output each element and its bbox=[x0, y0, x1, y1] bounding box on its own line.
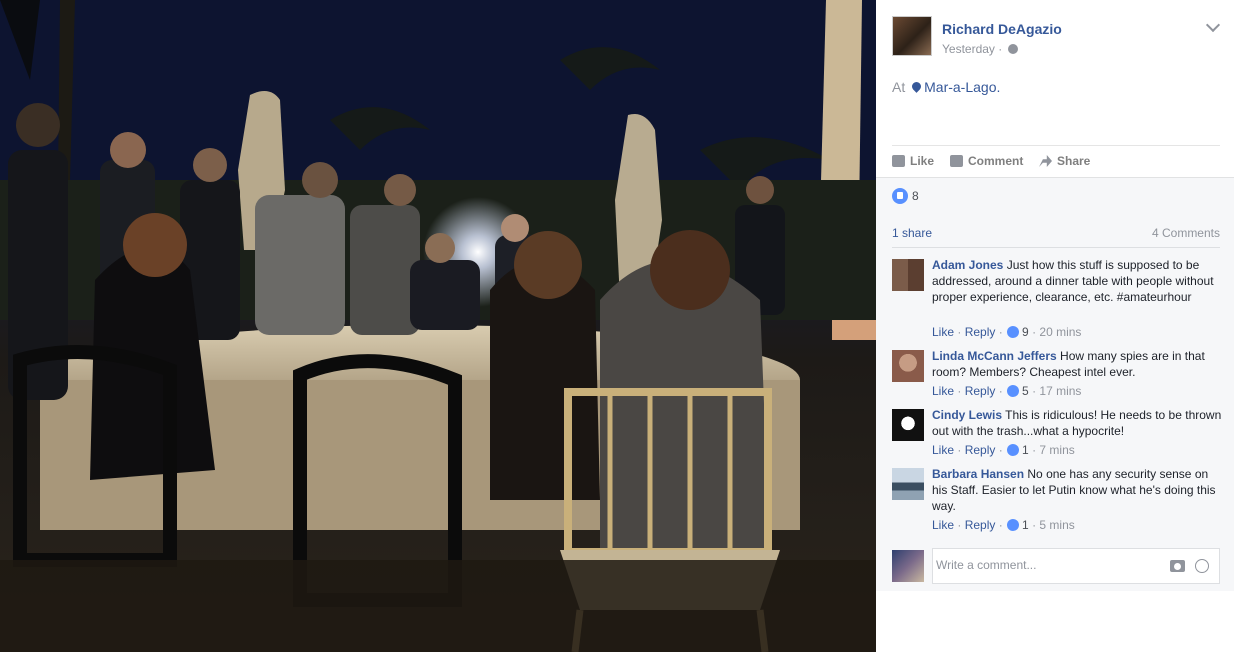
comment-reply-link[interactable]: Reply bbox=[965, 325, 996, 339]
comment-reply-link[interactable]: Reply bbox=[965, 443, 996, 457]
post-meta: Yesterday · bbox=[942, 42, 1018, 56]
comment-reply-link[interactable]: Reply bbox=[965, 518, 996, 532]
commenter-name[interactable]: Barbara Hansen bbox=[932, 467, 1024, 481]
post-panel: Richard DeAgazio Yesterday · At Mar-a-La… bbox=[876, 0, 1234, 652]
comment-like-link[interactable]: Like bbox=[932, 443, 954, 457]
commenter-avatar[interactable] bbox=[892, 259, 924, 291]
commenter-name[interactable]: Cindy Lewis bbox=[932, 408, 1002, 422]
reaction-count: 8 bbox=[912, 189, 919, 203]
commenter-avatar[interactable] bbox=[892, 409, 924, 441]
share-count-link[interactable]: 1 share bbox=[892, 226, 932, 240]
like-button[interactable]: Like bbox=[892, 154, 934, 168]
reaction-summary[interactable]: 8 bbox=[892, 188, 919, 204]
like-label: Like bbox=[910, 154, 935, 168]
comment-actions: Like · Reply · 1 · 7 mins bbox=[932, 443, 1075, 457]
speech-bubble-icon bbox=[950, 155, 963, 167]
post-photo[interactable] bbox=[0, 0, 876, 652]
comment-reply-link[interactable]: Reply bbox=[965, 384, 996, 398]
location-prefix: At bbox=[892, 79, 906, 95]
viewer-avatar[interactable] bbox=[892, 550, 924, 582]
comment-body: Adam Jones Just how this stuff is suppos… bbox=[932, 257, 1222, 305]
comment-body: Barbara Hansen No one has any security s… bbox=[932, 466, 1222, 514]
comment-box bbox=[932, 548, 1220, 584]
map-pin-icon bbox=[910, 80, 923, 93]
comment-like-count[interactable]: 1 bbox=[1022, 518, 1029, 532]
comment-body: Cindy Lewis This is ridiculous! He needs… bbox=[932, 407, 1222, 439]
comment-button[interactable]: Comment bbox=[950, 154, 1234, 168]
location-link[interactable]: Mar-a-Lago. bbox=[924, 79, 1000, 95]
comment-like-link[interactable]: Like bbox=[932, 384, 954, 398]
emoji-icon[interactable] bbox=[1195, 559, 1209, 573]
feedback-section: 8 1 share 4 Comments Adam Jones Just how… bbox=[876, 177, 1234, 591]
author-name[interactable]: Richard DeAgazio bbox=[942, 21, 1062, 37]
globe-icon[interactable] bbox=[1007, 44, 1018, 54]
comment-time[interactable]: 17 mins bbox=[1039, 384, 1081, 398]
share-label: Share bbox=[1057, 154, 1091, 168]
post-timestamp[interactable]: Yesterday · bbox=[942, 42, 1002, 56]
comment-like-count[interactable]: 5 bbox=[1022, 384, 1029, 398]
photo-illustration bbox=[0, 0, 876, 652]
commenter-name[interactable]: Linda McCann Jeffers bbox=[932, 349, 1057, 363]
comment-time[interactable]: 5 mins bbox=[1039, 518, 1074, 532]
comment-actions: Like · Reply · 5 · 17 mins bbox=[932, 384, 1082, 398]
comment-time[interactable]: 7 mins bbox=[1039, 443, 1074, 457]
comment-count[interactable]: 4 Comments bbox=[1152, 226, 1220, 240]
post-header: Richard DeAgazio Yesterday · bbox=[892, 16, 1222, 66]
commenter-avatar[interactable] bbox=[892, 468, 924, 500]
comment-like-link[interactable]: Like bbox=[932, 325, 954, 339]
comment-label: Comment bbox=[968, 154, 1024, 168]
photo-viewer: Richard DeAgazio Yesterday · At Mar-a-La… bbox=[0, 0, 1234, 652]
share-arrow-icon bbox=[1039, 155, 1052, 167]
author-avatar[interactable] bbox=[892, 16, 932, 56]
commenter-avatar[interactable] bbox=[892, 350, 924, 382]
comment-like-link[interactable]: Like bbox=[932, 518, 954, 532]
like-reaction-icon bbox=[1007, 326, 1020, 338]
chevron-down-icon[interactable] bbox=[1205, 17, 1221, 33]
like-reaction-icon bbox=[1007, 519, 1020, 531]
comment-like-count[interactable]: 1 bbox=[1022, 443, 1029, 457]
camera-icon[interactable] bbox=[1170, 560, 1185, 572]
share-button[interactable]: Share bbox=[1039, 154, 1090, 168]
comment-body: Linda McCann Jeffers How many spies are … bbox=[932, 348, 1222, 380]
thumbs-up-icon bbox=[892, 155, 905, 167]
comment-actions: Like · Reply · 9 · 20 mins bbox=[932, 325, 1082, 339]
like-reaction-icon bbox=[1007, 444, 1020, 456]
comment-time[interactable]: 20 mins bbox=[1039, 325, 1081, 339]
feedback-divider bbox=[892, 247, 1220, 248]
like-reaction-icon bbox=[892, 188, 908, 204]
comment-like-count[interactable]: 9 bbox=[1022, 325, 1029, 339]
comment-input[interactable] bbox=[936, 558, 1156, 572]
like-reaction-icon bbox=[1007, 385, 1020, 397]
commenter-name[interactable]: Adam Jones bbox=[932, 258, 1003, 272]
comment-composer bbox=[892, 548, 1222, 584]
post-location: At Mar-a-Lago. bbox=[892, 79, 1000, 95]
post-action-bar: Like Comment Share bbox=[892, 145, 1220, 177]
comment-actions: Like · Reply · 1 · 5 mins bbox=[932, 518, 1075, 532]
